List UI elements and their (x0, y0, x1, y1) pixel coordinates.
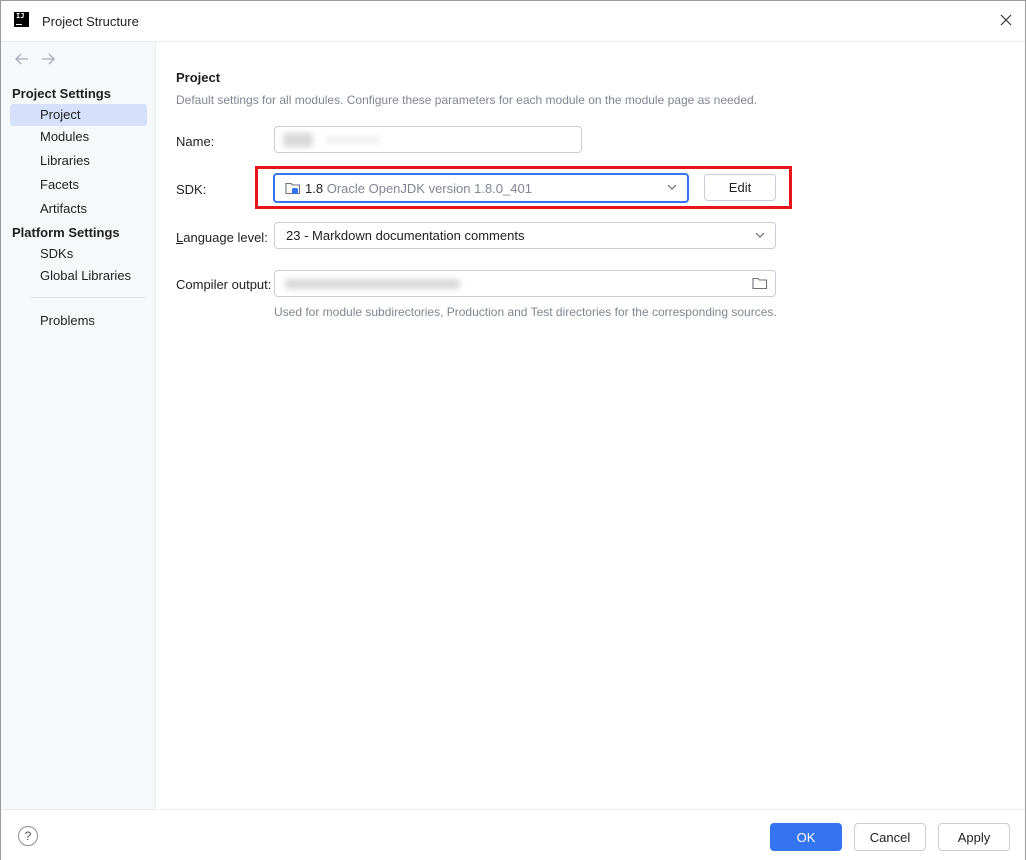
redacted-name-extra (325, 137, 380, 143)
chevron-down-icon (667, 184, 677, 190)
sidebar-item-global-libraries[interactable]: Global Libraries (10, 265, 147, 287)
language-level-select[interactable]: 23 - Markdown documentation comments (274, 222, 776, 249)
close-icon (1000, 14, 1012, 26)
forward-button[interactable] (40, 52, 56, 66)
compiler-output-field[interactable] (274, 270, 776, 297)
compiler-output-hint: Used for module subdirectories, Producti… (274, 305, 777, 319)
sdk-description: Oracle OpenJDK version 1.8.0_401 (326, 180, 532, 196)
name-label: Name: (176, 134, 215, 149)
window-title: Project Structure (42, 14, 139, 29)
ok-button[interactable]: OK (770, 823, 842, 851)
jdk-folder-icon (285, 182, 301, 195)
sdk-select[interactable]: 1.8 Oracle OpenJDK version 1.8.0_401 (273, 173, 689, 203)
sidebar-item-facets[interactable]: Facets (10, 174, 147, 196)
dialog-footer: ? OK Cancel Apply (1, 809, 1025, 860)
sidebar-item-sdks[interactable]: SDKs (10, 243, 147, 265)
redacted-name (283, 133, 313, 147)
help-button[interactable]: ? (18, 826, 38, 846)
page-description: Default settings for all modules. Config… (176, 93, 758, 107)
apply-button[interactable]: Apply (938, 823, 1010, 851)
sidebar: Project Settings Project Modules Librari… (1, 42, 156, 809)
navigation-arrows (14, 52, 56, 66)
folder-icon (752, 277, 768, 290)
browse-folder-button[interactable] (752, 276, 768, 290)
language-level-label: Language level: (176, 230, 268, 245)
title-bar: IJ Project Structure (1, 1, 1025, 42)
sdk-version: 1.8 (305, 180, 324, 196)
project-settings-header: Project Settings (12, 86, 111, 101)
platform-settings-header: Platform Settings (12, 225, 120, 240)
language-level-value: 23 - Markdown documentation comments (286, 228, 525, 243)
intellij-logo-icon: IJ (14, 12, 29, 27)
name-field[interactable] (274, 126, 582, 153)
compiler-output-label: Compiler output: (176, 277, 272, 292)
sidebar-divider (31, 297, 145, 298)
sidebar-item-artifacts[interactable]: Artifacts (10, 198, 147, 220)
arrow-right-icon (42, 53, 55, 65)
sidebar-item-modules[interactable]: Modules (10, 126, 147, 148)
close-button[interactable] (995, 9, 1017, 31)
arrow-left-icon (15, 53, 28, 65)
redacted-path (285, 279, 460, 289)
sidebar-item-problems[interactable]: Problems (10, 310, 147, 332)
cancel-button[interactable]: Cancel (854, 823, 926, 851)
chevron-down-icon (755, 232, 765, 238)
sidebar-item-libraries[interactable]: Libraries (10, 150, 147, 172)
sdk-label: SDK: (176, 182, 207, 197)
sidebar-item-project[interactable]: Project (10, 104, 147, 126)
back-button[interactable] (14, 52, 30, 66)
project-structure-dialog: IJ Project Structure Project Settings Pr… (0, 0, 1026, 860)
main-panel: Project Default settings for all modules… (156, 42, 1025, 809)
edit-sdk-button[interactable]: Edit (704, 174, 776, 201)
page-title: Project (176, 70, 221, 85)
